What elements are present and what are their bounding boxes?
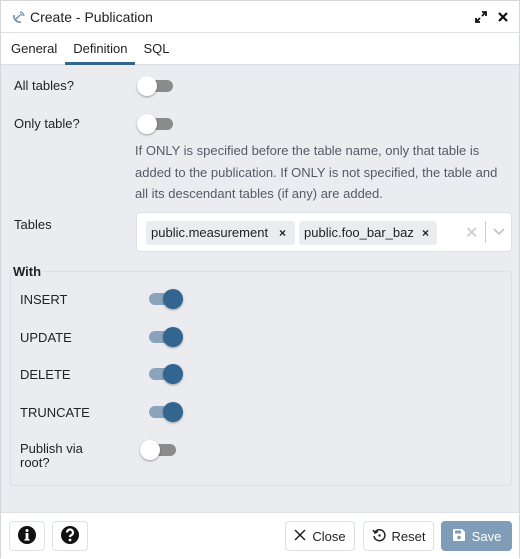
with-legend: With [13,264,44,279]
tables-select[interactable]: public.measurement × public.foo_bar_baz … [136,212,512,252]
help-button[interactable] [52,521,88,551]
delete-toggle[interactable] [145,363,183,385]
truncate-toggle[interactable] [145,401,183,423]
dialog-footer: Close Reset Save [1,512,519,559]
clear-all-icon[interactable]: ✕ [465,223,478,243]
info-button[interactable] [9,521,45,551]
select-separator [485,221,486,243]
tables-label: Tables [14,217,52,232]
all-tables-toggle[interactable] [137,75,175,97]
close-x-icon [294,528,306,544]
tab-general[interactable]: General [3,33,65,64]
tab-definition[interactable]: Definition [65,33,136,65]
reset-button[interactable]: Reset [363,521,434,551]
close-button[interactable]: Close [285,521,355,551]
info-icon [17,525,37,548]
only-table-toggle[interactable] [137,113,175,135]
save-button-label: Save [471,528,502,544]
tab-sql[interactable]: SQL [135,33,177,64]
close-icon[interactable] [497,11,509,23]
truncate-label: TRUNCATE [20,405,90,420]
chevron-down-icon[interactable] [492,224,506,243]
all-tables-label: All tables? [14,78,74,93]
remove-chip-icon[interactable]: × [422,221,429,245]
create-publication-dialog: Create - Publication General Definition … [0,0,520,559]
table-chip: public.measurement × [146,221,295,245]
update-toggle[interactable] [145,326,183,348]
close-button-label: Close [312,528,346,544]
publish-via-root-label: Publish via root? [20,441,83,470]
save-button[interactable]: Save [441,521,512,551]
tab-bar: General Definition SQL [1,33,519,65]
publish-via-root-toggle[interactable] [140,439,178,461]
table-chip-label: public.measurement [151,225,269,240]
table-chip-label: public.foo_bar_baz [304,225,414,240]
update-label: UPDATE [20,330,72,345]
help-icon [60,525,80,548]
dialog-title: Create - Publication [30,8,153,25]
table-chip: public.foo_bar_baz × [299,221,437,245]
reset-icon [371,528,386,545]
insert-toggle[interactable] [145,288,183,310]
delete-label: DELETE [20,367,71,382]
publication-icon [11,9,27,25]
only-table-label: Only table? [14,116,80,131]
only-table-help-text: If ONLY is specified before the table na… [135,143,498,201]
reset-button-label: Reset [391,528,426,544]
save-icon [452,528,466,545]
remove-chip-icon[interactable]: × [279,221,286,245]
insert-label: INSERT [20,292,68,307]
dialog-titlebar[interactable]: Create - Publication [1,1,519,33]
maximize-icon[interactable] [475,10,487,23]
